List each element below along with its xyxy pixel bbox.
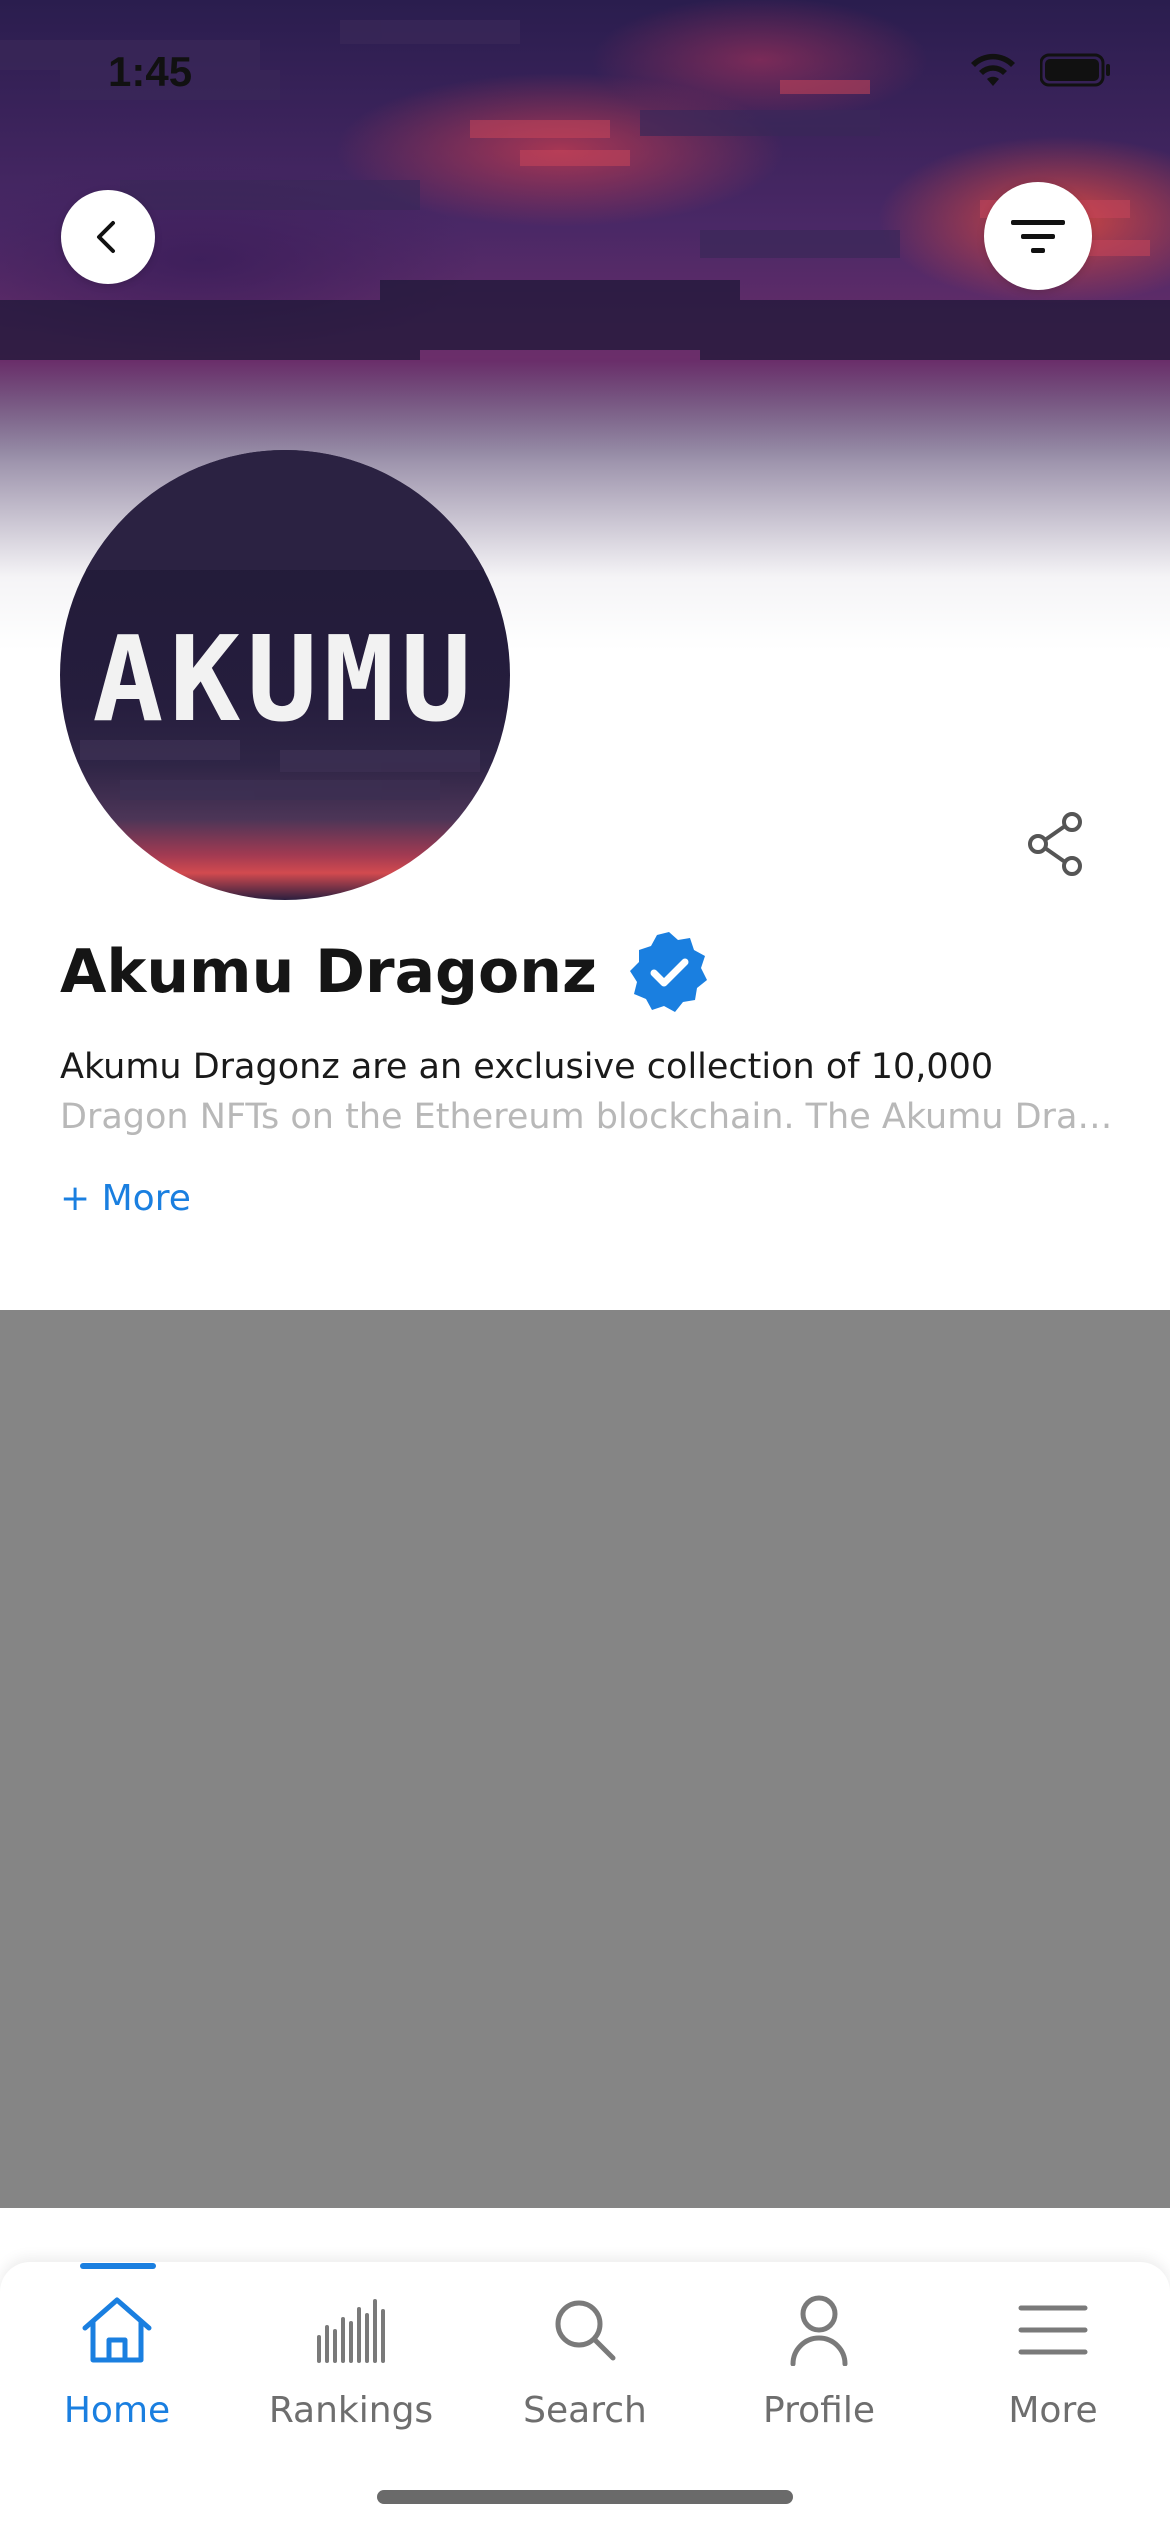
user-icon <box>790 2295 848 2366</box>
status-time: 1:45 <box>108 48 193 95</box>
chevron-left-icon <box>97 221 115 253</box>
status-icons <box>968 52 1112 88</box>
collection-description: Akumu Dragonz are an exclusive collectio… <box>60 1042 1120 1142</box>
tab-search-label: Search <box>523 2390 647 2431</box>
collection-title-row: Akumu Dragonz <box>60 930 711 1014</box>
description-line-faded: Dragon NFTs on the Ethereum blockchain. … <box>60 1097 1120 1137</box>
share-icon <box>1028 812 1082 876</box>
home-icon <box>82 2297 152 2363</box>
back-button[interactable] <box>61 190 155 284</box>
filter-icon <box>1011 220 1065 253</box>
battery-icon <box>1040 53 1110 87</box>
more-description-link[interactable]: + More <box>60 1178 191 1219</box>
active-tab-indicator <box>80 2263 156 2269</box>
collection-avatar: AKUMU <box>60 450 510 900</box>
collection-name: Akumu Dragonz <box>60 937 597 1007</box>
tab-profile[interactable]: Profile <box>702 2290 936 2450</box>
avatar-logo-text: AKUMU <box>92 610 478 748</box>
verified-badge-icon <box>629 932 707 1012</box>
description-line: Akumu Dragonz are an exclusive collectio… <box>60 1047 994 1087</box>
menu-icon <box>1018 2305 1088 2355</box>
tab-more-label: More <box>1008 2390 1098 2431</box>
tab-home-label: Home <box>63 2390 171 2431</box>
bar-chart-icon <box>317 2299 385 2363</box>
tab-rankings-label: Rankings <box>268 2390 434 2431</box>
tab-home[interactable]: Home <box>0 2290 234 2450</box>
filter-button[interactable] <box>984 182 1092 290</box>
wifi-icon <box>971 53 1015 86</box>
collection-screen: 1:45 AKUMU Akumu Dragonz Akumu Dragonz a… <box>0 0 1170 2532</box>
home-indicator[interactable] <box>377 2490 793 2504</box>
tab-search[interactable]: Search <box>468 2290 702 2450</box>
collection-items-placeholder <box>0 1310 1170 2208</box>
share-button[interactable] <box>1018 806 1094 882</box>
search-icon <box>555 2300 616 2361</box>
tab-rankings[interactable]: Rankings <box>234 2290 468 2450</box>
tab-profile-label: Profile <box>763 2390 875 2431</box>
tab-more[interactable]: More <box>936 2290 1170 2450</box>
